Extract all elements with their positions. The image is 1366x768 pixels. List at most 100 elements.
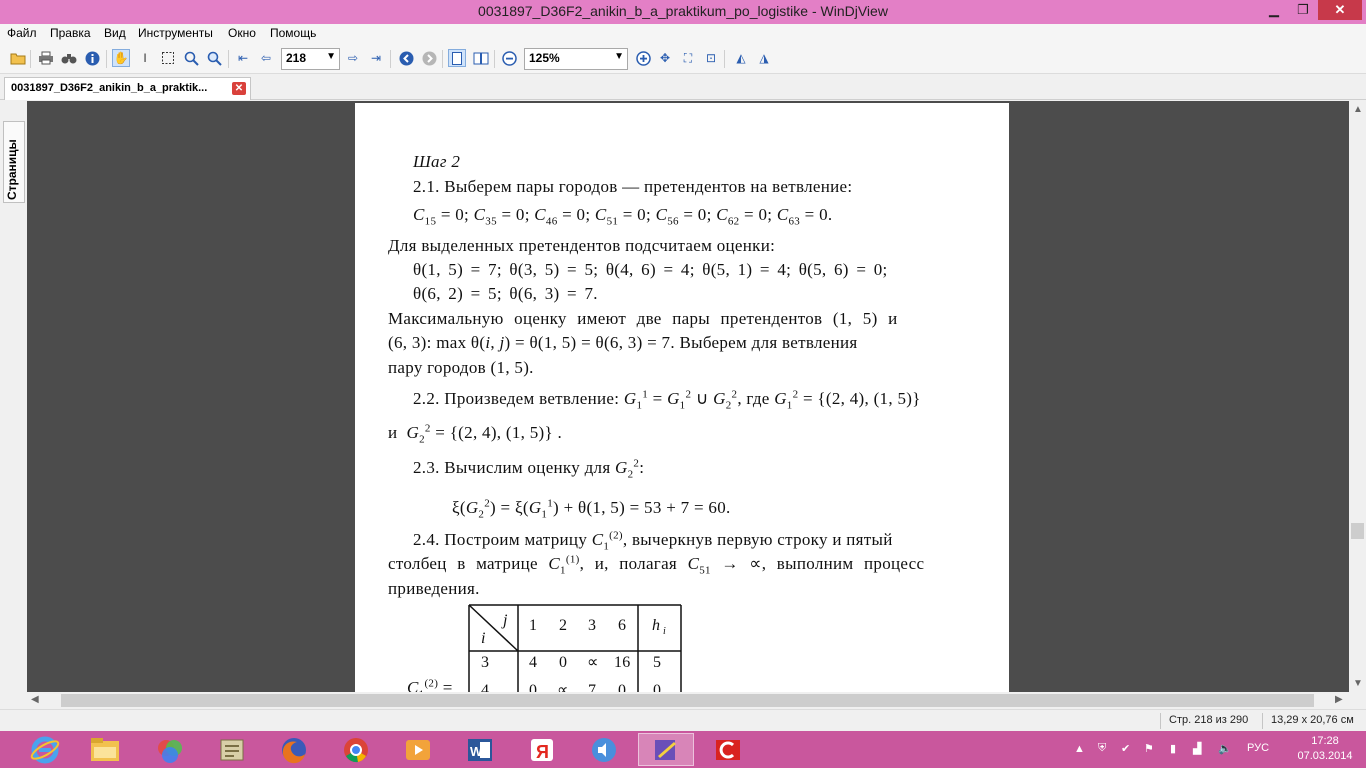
text-select-icon[interactable]: I xyxy=(136,49,154,67)
document-page: Шаг 2 2.1. Выберем пары городов — претен… xyxy=(355,103,1009,692)
actual-size-icon[interactable]: ⊡ xyxy=(702,49,720,67)
zoom-out-icon[interactable] xyxy=(500,49,518,67)
signal-icon[interactable]: ▟ xyxy=(1193,742,1201,755)
zoom-rect-icon[interactable] xyxy=(182,49,200,67)
firefox-icon[interactable] xyxy=(266,733,322,766)
document-viewport[interactable]: Шаг 2 2.1. Выберем пары городов — претен… xyxy=(27,101,1349,692)
last-page-icon[interactable]: ⇥ xyxy=(367,49,385,67)
red-app-icon[interactable] xyxy=(700,733,756,766)
single-page-icon[interactable] xyxy=(448,49,466,67)
speaker-app-icon[interactable] xyxy=(576,733,632,766)
chevron-down-icon: ▼ xyxy=(614,51,624,62)
rect-select-icon[interactable] xyxy=(159,49,177,67)
menu-window[interactable]: Окно xyxy=(228,26,256,40)
hand-tool-icon[interactable]: ✋ xyxy=(112,49,130,67)
fit-width-icon[interactable]: ⛶ xyxy=(679,49,697,67)
colorful-app-icon[interactable] xyxy=(142,733,198,766)
window-title: 0031897_D36F2_anikin_b_a_praktikum_po_lo… xyxy=(478,3,888,19)
matrix-cell: 0 xyxy=(618,682,626,692)
page-status: Стр. 218 из 290 xyxy=(1169,714,1249,726)
media-player-icon[interactable] xyxy=(390,733,446,766)
estimates-intro: Для выделенных претендентов подсчитаем о… xyxy=(388,236,776,255)
page-number: 218 xyxy=(286,51,307,65)
menu-bar: Файл Правка Вид Инструменты Окно Помощь xyxy=(0,24,1366,44)
rotate-right-icon[interactable]: ◮ xyxy=(755,49,773,67)
page-combo[interactable]: 218 ▼ xyxy=(281,48,340,70)
magnifier-icon[interactable] xyxy=(205,49,223,67)
matrix-col-header: 6 xyxy=(618,617,626,634)
menu-edit[interactable]: Правка xyxy=(50,26,91,40)
fit-page-icon[interactable]: ✥ xyxy=(656,49,674,67)
horizontal-scrollbar[interactable]: ◀ ▶ xyxy=(27,692,1349,709)
document-tab[interactable]: 0031897_D36F2_anikin_b_a_praktik... ✕ xyxy=(4,77,251,100)
c-value: C56 = 0; xyxy=(655,205,712,228)
word-icon[interactable]: W xyxy=(452,733,508,766)
matrix-cell: ∝ xyxy=(587,654,599,671)
file-explorer-icon[interactable] xyxy=(77,733,133,766)
clock[interactable]: 17:28 07.03.2014 xyxy=(1290,734,1360,764)
maximize-button[interactable]: ❐ xyxy=(1288,0,1318,20)
c-value: C62 = 0; xyxy=(716,205,773,228)
max-estimate-line-1: Максимальную оценку имеют две пары прете… xyxy=(388,309,898,328)
minimize-button[interactable]: ▁ xyxy=(1260,0,1288,20)
vertical-scrollbar[interactable]: ▲ ▼ xyxy=(1349,101,1366,692)
c-value: C51 = 0; xyxy=(594,205,651,228)
menu-file[interactable]: Файл xyxy=(7,26,37,40)
battery-icon[interactable]: ▮ xyxy=(1170,742,1176,755)
tray-expand-icon[interactable]: ▲ xyxy=(1074,743,1085,755)
matrix-cell: ∝ xyxy=(557,682,569,692)
svg-text:W: W xyxy=(470,744,483,759)
matrix-h-cell: 5 xyxy=(653,654,661,671)
first-page-icon[interactable]: ⇤ xyxy=(234,49,252,67)
svg-text:Я: Я xyxy=(536,742,549,762)
volume-icon[interactable]: 🔈 xyxy=(1218,742,1232,755)
matrix-col-header: 2 xyxy=(559,617,567,634)
menu-help[interactable]: Помощь xyxy=(270,26,316,40)
close-button[interactable]: ✕ xyxy=(1318,0,1362,20)
c-value: C63 = 0. xyxy=(776,205,833,228)
security-check-icon[interactable]: ✔ xyxy=(1121,742,1130,755)
chevron-down-icon: ▼ xyxy=(326,51,336,62)
open-folder-icon[interactable] xyxy=(9,49,27,67)
pages-panel-tab[interactable]: Страницы xyxy=(3,121,25,203)
matrix-cell: 7 xyxy=(588,682,596,692)
menu-tools[interactable]: Инструменты xyxy=(138,26,213,40)
forward-icon[interactable] xyxy=(420,49,438,67)
language-indicator[interactable]: РУС xyxy=(1247,742,1269,754)
internet-explorer-icon[interactable] xyxy=(17,733,73,766)
taskbar: W Я ▲ ⛨ ✔ ⚑ ▮ ▟ 🔈 РУС 17:28 07.03.2014 xyxy=(0,731,1366,768)
matrix-cell: 0 xyxy=(529,682,537,692)
scroll-down-icon[interactable]: ▼ xyxy=(1353,678,1363,689)
paragraph-2-2: 2.2. Произведем ветвление: G11 = G12 ∪ G… xyxy=(413,388,921,412)
pages-panel-label: Страницы xyxy=(5,139,19,200)
yandex-browser-icon[interactable]: Я xyxy=(514,733,570,766)
theta-line-1: θ(1, 5) = 7; θ(3, 5) = 5; θ(4, 6) = 4; θ… xyxy=(413,260,888,279)
scroll-up-icon[interactable]: ▲ xyxy=(1353,104,1363,115)
menu-view[interactable]: Вид xyxy=(104,26,126,40)
shield-icon[interactable]: ⛨ xyxy=(1098,742,1106,755)
find-icon[interactable] xyxy=(60,49,78,67)
vertical-scroll-thumb[interactable] xyxy=(1351,523,1364,539)
scanner-app-icon[interactable] xyxy=(204,733,260,766)
next-page-icon[interactable]: ⇨ xyxy=(344,49,362,67)
scroll-left-icon[interactable]: ◀ xyxy=(31,694,39,705)
prev-page-icon[interactable]: ⇦ xyxy=(257,49,275,67)
close-tab-icon[interactable]: ✕ xyxy=(232,82,246,95)
windjview-icon[interactable] xyxy=(638,733,694,766)
scroll-right-icon[interactable]: ▶ xyxy=(1335,694,1343,705)
chrome-icon[interactable] xyxy=(328,733,384,766)
info-icon[interactable] xyxy=(83,49,101,67)
horizontal-scroll-thumb[interactable] xyxy=(61,694,1314,707)
flag-icon[interactable]: ⚑ xyxy=(1144,742,1154,755)
print-icon[interactable] xyxy=(37,49,55,67)
two-pages-icon[interactable] xyxy=(472,49,490,67)
matrix-h-sub: i xyxy=(663,626,666,637)
paragraph-2-2-cont: и G22 = {(2, 4), (1, 5)} . xyxy=(388,422,563,446)
zoom-in-icon[interactable] xyxy=(634,49,652,67)
page-size-status: 13,29 x 20,76 см xyxy=(1271,714,1354,726)
tab-strip: 0031897_D36F2_anikin_b_a_praktik... ✕ xyxy=(0,74,1366,100)
matrix-col-header: 1 xyxy=(529,617,537,634)
back-icon[interactable] xyxy=(397,49,415,67)
rotate-left-icon[interactable]: ◭ xyxy=(732,49,750,67)
zoom-combo[interactable]: 125% ▼ xyxy=(524,48,628,70)
